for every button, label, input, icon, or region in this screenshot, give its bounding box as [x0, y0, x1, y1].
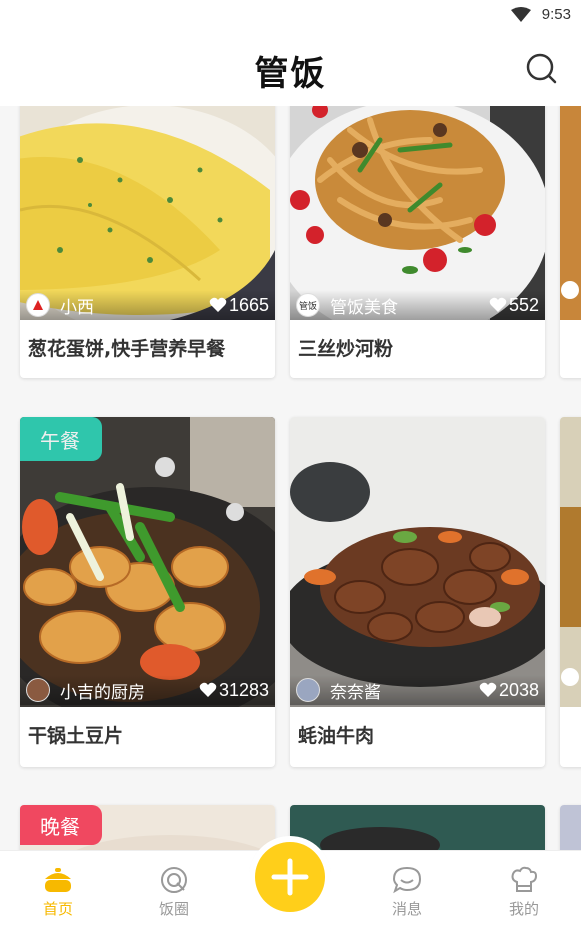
like-count-value: 31283	[218, 679, 269, 700]
like-count[interactable]: 552	[489, 295, 539, 316]
author-avatar[interactable]	[26, 678, 50, 702]
app-header: 管饭	[0, 32, 581, 106]
recipe-title[interactable]: 葱花蛋饼,快手营养早餐	[28, 334, 225, 361]
heart-icon	[489, 297, 507, 312]
wifi-icon	[511, 7, 531, 22]
recipe-card[interactable]: 午餐 小吉的厨房 31283 干锅土豆片	[20, 417, 275, 767]
recipe-feed[interactable]: 小西 1665 葱花蛋饼,快手营养早餐 管饭 管饭美食 552 三丝炒河粉 午餐…	[0, 106, 581, 850]
recipe-photo	[290, 106, 545, 320]
author-avatar[interactable]: 管饭	[296, 293, 320, 317]
status-bar: 9:53	[0, 0, 581, 32]
author-avatar[interactable]	[26, 293, 50, 317]
heart-icon	[199, 682, 217, 697]
recipe-card[interactable]: 管饭 管饭美食 552 三丝炒河粉	[290, 106, 545, 378]
nav-mine[interactable]: 我的	[484, 865, 564, 919]
like-count-value: 2038	[498, 679, 539, 700]
recipe-title[interactable]: 干锅土豆片	[28, 721, 123, 748]
author-name[interactable]: 小西	[60, 293, 209, 318]
home-pot-icon	[45, 868, 71, 892]
status-time: 9:53	[541, 6, 571, 23]
meal-badge-dinner: 晚餐	[20, 805, 102, 845]
author-name[interactable]: 奈奈酱	[330, 678, 479, 703]
nav-circle-label: 饭圈	[158, 900, 189, 918]
like-count[interactable]: 2038	[479, 680, 539, 701]
recipe-meta: 小吉的厨房 31283	[20, 675, 275, 705]
message-icon	[392, 866, 422, 894]
nav-messages-label: 消息	[391, 900, 422, 918]
recipe-card[interactable]: 小西 1665 葱花蛋饼,快手营养早餐	[20, 106, 275, 378]
recipe-meta: 小西 1665	[20, 290, 275, 320]
recipe-card[interactable]: 晚餐	[20, 805, 275, 850]
author-avatar[interactable]	[296, 678, 320, 702]
recipe-card-partial[interactable]	[560, 805, 581, 850]
recipe-card-partial[interactable]	[560, 417, 581, 767]
nav-home-label: 首页	[42, 900, 73, 918]
heart-icon	[479, 682, 497, 697]
nav-circle[interactable]: 饭圈	[134, 865, 214, 919]
chef-hat-icon	[511, 866, 538, 892]
nav-messages[interactable]: 消息	[367, 865, 447, 919]
recipe-title[interactable]: 三丝炒河粉	[298, 334, 393, 361]
like-count[interactable]: 31283	[199, 680, 269, 701]
add-button[interactable]	[255, 842, 325, 912]
author-name[interactable]: 管饭美食	[330, 293, 489, 318]
recipe-photo	[20, 106, 275, 320]
app-title: 管饭	[254, 54, 327, 94]
recipe-photo	[290, 417, 545, 707]
heart-icon	[209, 297, 227, 312]
recipe-card-partial[interactable]	[560, 106, 581, 378]
like-count-value: 1665	[228, 294, 269, 315]
recipe-meta: 奈奈酱 2038	[290, 675, 545, 705]
search-icon[interactable]	[523, 50, 559, 86]
recipe-card[interactable]: 奈奈酱 2038 蚝油牛肉	[290, 417, 545, 767]
like-count[interactable]: 1665	[209, 295, 269, 316]
recipe-title[interactable]: 蚝油牛肉	[298, 721, 374, 748]
author-name[interactable]: 小吉的厨房	[60, 678, 199, 703]
recipe-meta: 管饭 管饭美食 552	[290, 290, 545, 320]
meal-badge-lunch: 午餐	[20, 417, 102, 461]
plus-icon	[271, 858, 309, 896]
nav-home[interactable]: 首页	[18, 865, 98, 919]
like-count-value: 552	[508, 294, 539, 315]
recipe-card[interactable]	[290, 805, 545, 850]
nav-mine-label: 我的	[508, 900, 539, 918]
circle-icon	[161, 867, 187, 893]
